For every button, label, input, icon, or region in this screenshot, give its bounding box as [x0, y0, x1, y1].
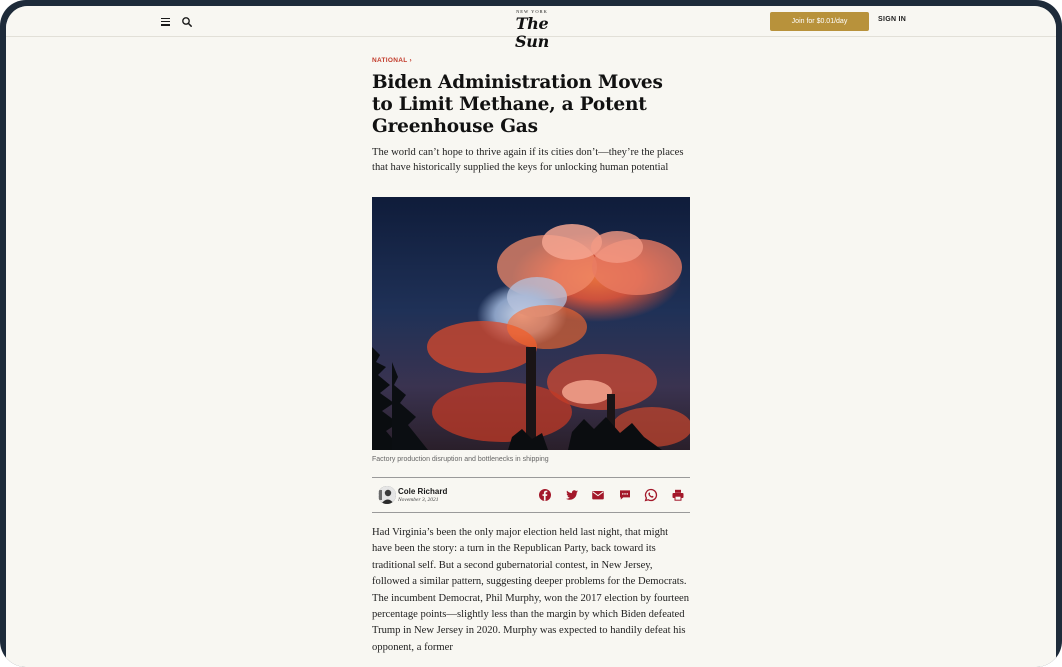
hamburger-menu-icon[interactable] — [161, 16, 172, 27]
author-avatar[interactable] — [378, 486, 396, 504]
site-logo[interactable]: New York The Sun — [498, 9, 566, 51]
site-header: New York The Sun Join for $0.01/day SIGN… — [6, 6, 1056, 51]
email-icon[interactable] — [591, 488, 605, 502]
logo-wordmark: The Sun — [515, 14, 549, 51]
join-subscription-button[interactable]: Join for $0.01/day — [770, 12, 869, 31]
browser-viewport: New York The Sun Join for $0.01/day SIGN… — [6, 6, 1056, 667]
device-frame: New York The Sun Join for $0.01/day SIGN… — [0, 0, 1062, 667]
image-caption: Factory production disruption and bottle… — [372, 456, 549, 463]
print-icon[interactable] — [671, 488, 685, 502]
search-icon[interactable] — [181, 15, 193, 27]
section-breadcrumb[interactable]: NATIONAL › — [372, 57, 412, 64]
twitter-icon[interactable] — [565, 488, 579, 502]
share-icons — [538, 488, 685, 502]
publish-date: November 3, 2021 — [398, 497, 439, 503]
whatsapp-icon[interactable] — [644, 488, 658, 502]
byline-share-bar: Cole Richard November 3, 2021 — [372, 477, 690, 513]
hero-image-smokestacks — [372, 197, 690, 450]
facebook-icon[interactable] — [538, 488, 552, 502]
article-headline: Biden Administration Moves to Limit Meth… — [372, 72, 663, 137]
sign-in-link[interactable]: SIGN IN — [878, 16, 906, 23]
article-dek: The world can’t hope to thrive again if … — [372, 147, 684, 173]
author-name[interactable]: Cole Richard — [398, 487, 447, 496]
comment-icon[interactable] — [618, 488, 632, 502]
article-body: Had Virginia’s been the only major elect… — [372, 527, 690, 653]
